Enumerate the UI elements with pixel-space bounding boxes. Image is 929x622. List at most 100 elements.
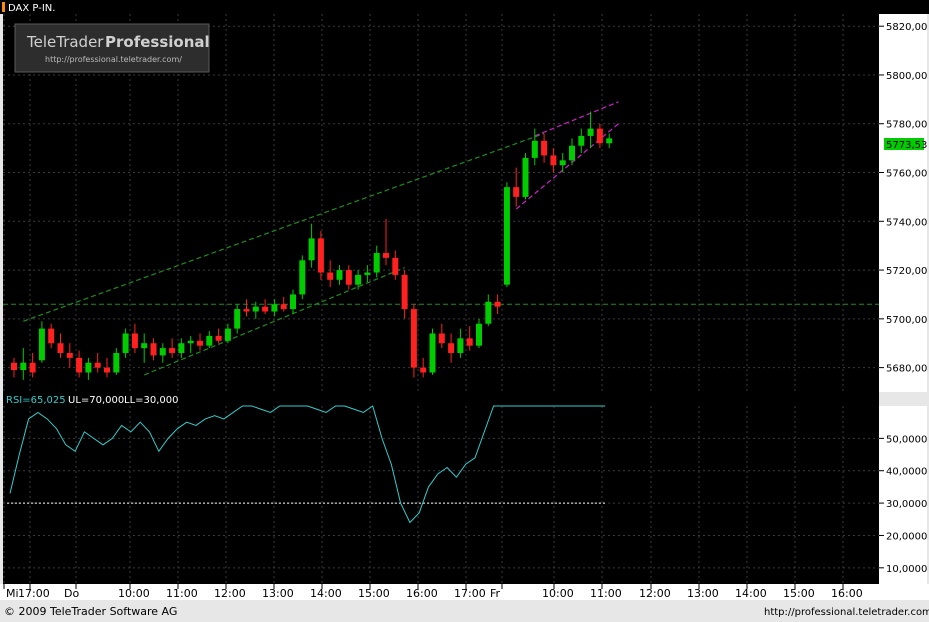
- candle-body: [569, 146, 575, 161]
- candle-body: [178, 343, 184, 353]
- price-tick-label: 5800,00: [886, 71, 927, 82]
- rsi-lower-limit-label: LL=30,000: [124, 395, 179, 406]
- time-tick-label: 13:00: [687, 587, 719, 600]
- last-price-label: 5773,53: [886, 140, 927, 151]
- candle-body: [467, 338, 473, 345]
- candle-body: [485, 302, 491, 324]
- time-tick-label: 10:00: [118, 587, 150, 600]
- candle-body: [39, 329, 45, 361]
- candle-body: [85, 363, 91, 373]
- time-tick-label: 14:00: [310, 587, 342, 600]
- chart-window: 5820,00 5800,00 5780,00 5760,00 5740,00 5720,…: [0, 0, 929, 622]
- candle-body: [476, 324, 482, 346]
- candle-body: [271, 304, 277, 311]
- candle-body: [67, 353, 73, 358]
- candle-body: [132, 333, 138, 348]
- candle-body: [364, 273, 370, 275]
- rsi-panel: [3, 406, 879, 584]
- price-tick-label: 5680,00: [886, 364, 927, 375]
- time-tick-label: 10:00: [542, 587, 574, 600]
- candle-body: [318, 238, 324, 272]
- candle-body: [299, 260, 305, 294]
- time-tick-label: 17:00: [18, 587, 50, 600]
- candle-body: [411, 309, 417, 368]
- candle-body: [160, 348, 166, 355]
- logo-url: http://professional.teletrader.com/: [45, 55, 182, 64]
- candle-body: [76, 358, 82, 373]
- candle-body: [290, 294, 296, 309]
- time-tick-label: 13:00: [262, 587, 294, 600]
- candle-body: [513, 187, 519, 197]
- candle-body: [448, 343, 454, 353]
- candle-body: [141, 343, 147, 348]
- candle-body: [104, 368, 110, 373]
- time-tick-label: 15:00: [783, 587, 815, 600]
- rsi-tick-label: 40,0000: [886, 467, 927, 478]
- rsi-tick-label: 20,0000: [886, 531, 927, 542]
- candle-body: [337, 270, 343, 280]
- rsi-value-label: RSI=65,025: [6, 395, 66, 406]
- price-tick-label: 5820,00: [886, 22, 927, 33]
- time-tick-label: 16:00: [406, 587, 438, 600]
- candle-body: [262, 307, 268, 312]
- title-bar: [0, 0, 929, 14]
- rsi-axis: [879, 406, 927, 584]
- price-tick-label: 5720,00: [886, 266, 927, 277]
- candle-body: [374, 253, 380, 273]
- logo-name-bold: Professional: [105, 33, 210, 51]
- candle-body: [169, 348, 175, 353]
- candle-body: [309, 238, 315, 260]
- candle-body: [113, 353, 119, 373]
- candle-body: [430, 333, 436, 372]
- candle-body: [234, 309, 240, 329]
- time-tick-label: 11:00: [590, 587, 622, 600]
- candle-body: [402, 275, 408, 309]
- candle-body: [206, 336, 212, 346]
- price-tick-label: 5700,00: [886, 315, 927, 326]
- time-tick-label: Do: [64, 587, 79, 600]
- candle-body: [225, 329, 231, 341]
- rsi-tick-label: 30,0000: [886, 499, 927, 510]
- footer-url[interactable]: http://professional.teletrader.com/: [764, 607, 929, 618]
- candle-body: [578, 136, 584, 146]
- candle-body: [355, 275, 361, 285]
- price-tick-label: 5780,00: [886, 120, 927, 131]
- candle-body: [420, 368, 426, 373]
- rsi-tick-label: 50,0000: [886, 434, 927, 445]
- candle-body: [392, 258, 398, 275]
- candle-body: [606, 138, 612, 143]
- candle-body: [346, 270, 352, 285]
- candle-body: [151, 343, 157, 355]
- time-tick-label: 14:00: [735, 587, 767, 600]
- candle-body: [495, 302, 501, 307]
- chart-canvas: 5820,00 5800,00 5780,00 5760,00 5740,00 5720,…: [0, 0, 929, 622]
- price-tick-label: 5740,00: [886, 217, 927, 228]
- time-tick-label: Fr: [490, 587, 501, 600]
- candle-body: [523, 158, 529, 197]
- candle-body: [253, 307, 259, 312]
- candle-body: [11, 363, 17, 370]
- copyright-text: © 2009 TeleTrader Software AG: [4, 605, 177, 618]
- candle-body: [597, 129, 603, 144]
- time-tick-label: 15:00: [358, 587, 390, 600]
- rsi-upper-limit-label: UL=70,000: [68, 395, 124, 406]
- instrument-color-swatch: [2, 2, 5, 12]
- candle-body: [188, 341, 194, 343]
- candle-body: [216, 336, 222, 341]
- candle-body: [504, 187, 510, 285]
- candle-body: [550, 155, 556, 165]
- candle-body: [58, 343, 64, 353]
- candle-body: [541, 141, 547, 156]
- candle-body: [197, 341, 203, 346]
- time-tick-label: 16:00: [831, 587, 863, 600]
- candle-body: [244, 309, 250, 311]
- candle-body: [95, 363, 101, 368]
- candle-body: [48, 329, 54, 344]
- price-tick-label: 5760,00: [886, 169, 927, 180]
- candle-body: [281, 304, 287, 309]
- time-tick-label: 12:00: [639, 587, 671, 600]
- candle-body: [560, 160, 566, 165]
- candle-body: [20, 363, 26, 370]
- candle-body: [123, 333, 129, 353]
- time-tick-label: 17:00: [454, 587, 486, 600]
